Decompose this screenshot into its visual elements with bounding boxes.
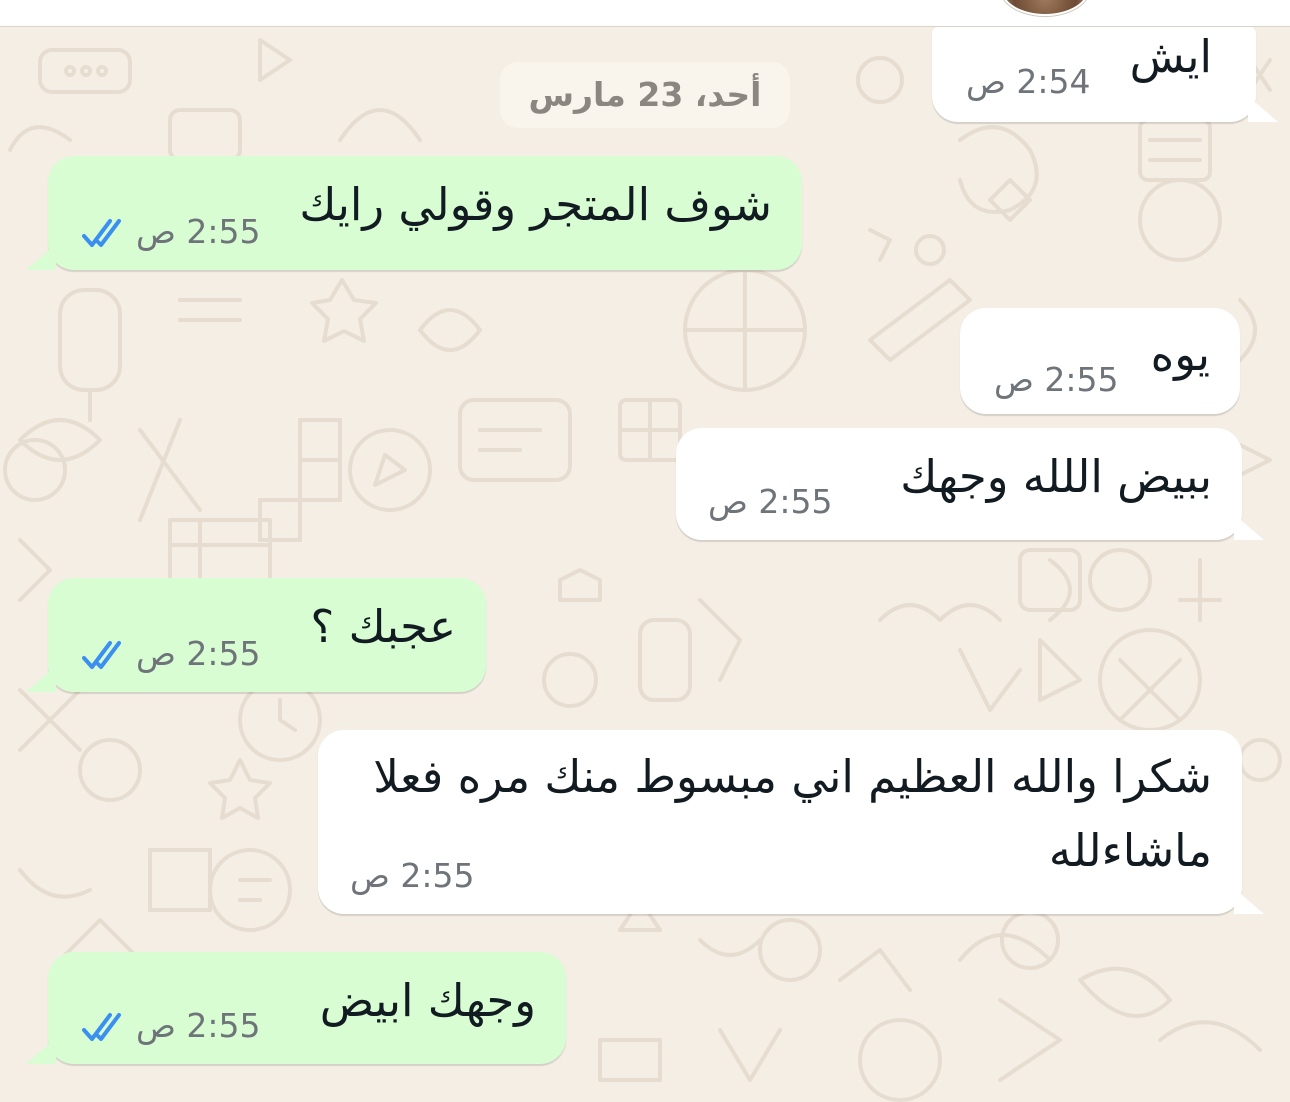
message-text: وجهك ابيض	[319, 974, 536, 1027]
bubble-tail	[26, 1038, 56, 1064]
message-bubble-outgoing[interactable]: وجهك ابيض 2:55 ص	[26, 952, 566, 1064]
message-text-line-2: ماشاءلله	[1048, 824, 1212, 877]
message-time: 2:55 ص	[350, 856, 475, 895]
chat-header-edge	[0, 0, 1290, 27]
message-text: يوه	[1150, 328, 1210, 381]
contact-avatar[interactable]	[1000, 0, 1090, 16]
message-text-line-1: شكرا والله العظيم اني مبسوط منك مره فعلا	[373, 750, 1212, 803]
message-time: 2:55 ص	[136, 634, 261, 673]
message-time: 2:54 ص	[966, 62, 1091, 101]
message-bubble-incoming[interactable]: شكرا والله العظيم اني مبسوط منك مره فعلا…	[318, 730, 1264, 914]
read-receipt-double-check-icon	[82, 641, 121, 669]
message-time: 2:55 ص	[994, 360, 1119, 399]
bubble-tail	[1248, 96, 1278, 122]
message-bubble-outgoing[interactable]: شوف المتجر وقولي رايك 2:55 ص	[26, 156, 802, 270]
message-bubble-outgoing[interactable]: عجبك ؟ 2:55 ص	[26, 578, 486, 692]
message-time: 2:55 ص	[136, 1006, 261, 1045]
read-receipt-double-check-icon	[82, 219, 121, 247]
bubble-tail	[26, 666, 56, 692]
message-bubble-incoming[interactable]: يوه 2:55 ص	[960, 308, 1240, 414]
bubble-tail	[1234, 888, 1264, 914]
message-time: 2:55 ص	[708, 482, 833, 521]
bubble-tail	[1234, 514, 1264, 540]
chat-screen: أحد، 23 مارس ايش 2:54 ص شوف المتجر وقولي…	[0, 0, 1290, 1102]
message-text: ببيض اللله وجهك	[900, 450, 1212, 503]
message-bubble-incoming[interactable]: ببيض اللله وجهك 2:55 ص	[676, 428, 1264, 540]
message-bubble-incoming[interactable]: ايش 2:54 ص	[932, 26, 1278, 122]
message-text: ايش	[1129, 30, 1212, 83]
message-time: 2:55 ص	[136, 212, 261, 251]
bubble-tail	[26, 244, 56, 270]
message-text: عجبك ؟	[310, 600, 456, 653]
date-separator: أحد، 23 مارس	[500, 62, 790, 128]
message-text: شوف المتجر وقولي رايك	[299, 178, 772, 231]
read-receipt-double-check-icon	[82, 1013, 121, 1041]
